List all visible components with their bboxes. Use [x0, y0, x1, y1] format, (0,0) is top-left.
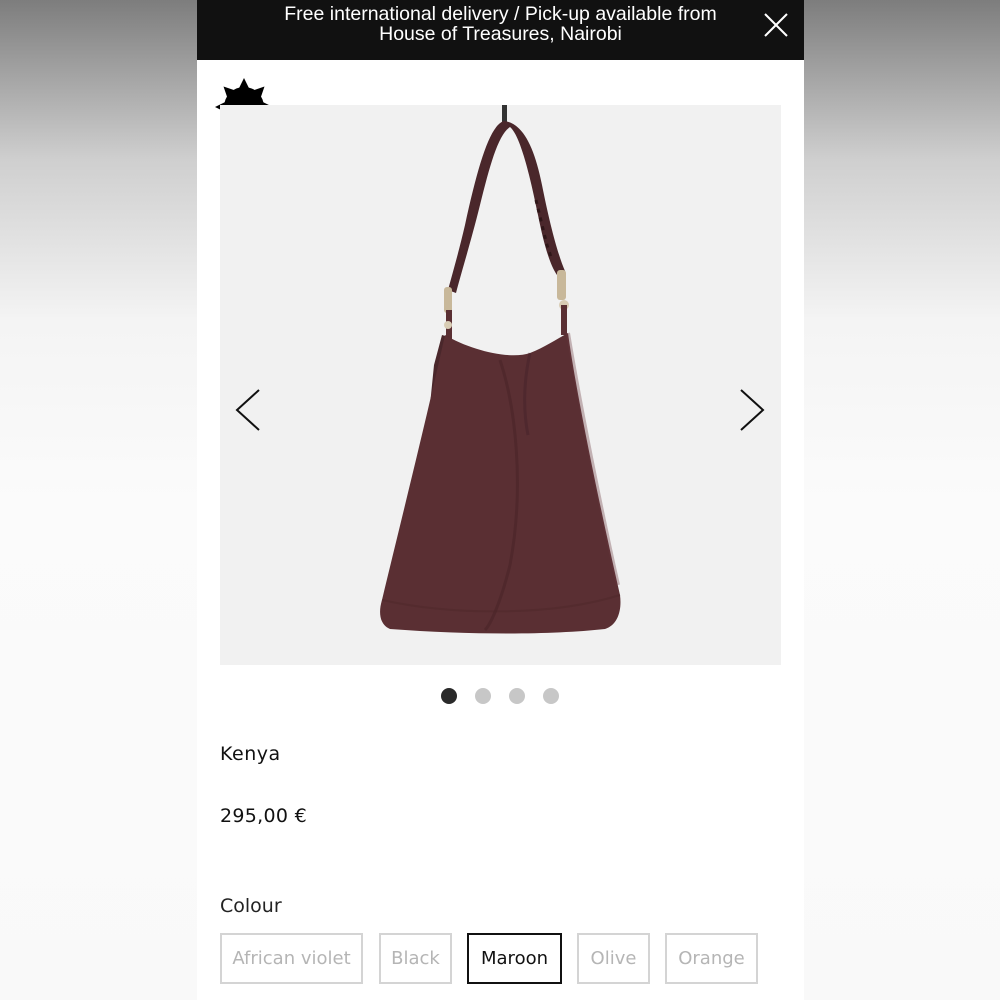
chevron-left-icon	[235, 389, 260, 431]
product-price: 295,00 €	[220, 805, 308, 827]
gallery-pagination	[441, 688, 571, 704]
pagination-dot-2[interactable]	[475, 688, 491, 704]
next-image-button[interactable]	[737, 388, 767, 432]
close-banner-button[interactable]	[763, 12, 789, 38]
chevron-right-icon	[740, 389, 765, 431]
colour-label: Colour	[220, 895, 282, 917]
delivery-banner-text: Free international delivery / Pick-up av…	[237, 4, 764, 44]
background-left	[0, 0, 197, 1000]
colour-option-black[interactable]: Black	[379, 933, 452, 984]
colour-option-african-violet[interactable]: African violet	[220, 933, 363, 984]
delivery-banner-line-1: Free international delivery / Pick-up av…	[284, 3, 717, 25]
product-page: Free international delivery / Pick-up av…	[197, 0, 804, 1000]
colour-option-orange[interactable]: Orange	[665, 933, 758, 984]
pagination-dot-1[interactable]	[441, 688, 457, 704]
product-image-gallery	[220, 105, 781, 665]
background-right	[804, 0, 1000, 1000]
previous-image-button[interactable]	[233, 388, 263, 432]
delivery-banner-line-2: House of Treasures, Nairobi	[379, 23, 622, 45]
product-name: Kenya	[220, 743, 281, 765]
pagination-dot-4[interactable]	[543, 688, 559, 704]
pagination-dot-3[interactable]	[509, 688, 525, 704]
colour-option-olive[interactable]: Olive	[577, 933, 650, 984]
product-image	[380, 105, 621, 634]
colour-option-maroon[interactable]: Maroon	[467, 933, 562, 984]
delivery-banner: Free international delivery / Pick-up av…	[197, 0, 804, 60]
close-icon	[764, 13, 788, 37]
